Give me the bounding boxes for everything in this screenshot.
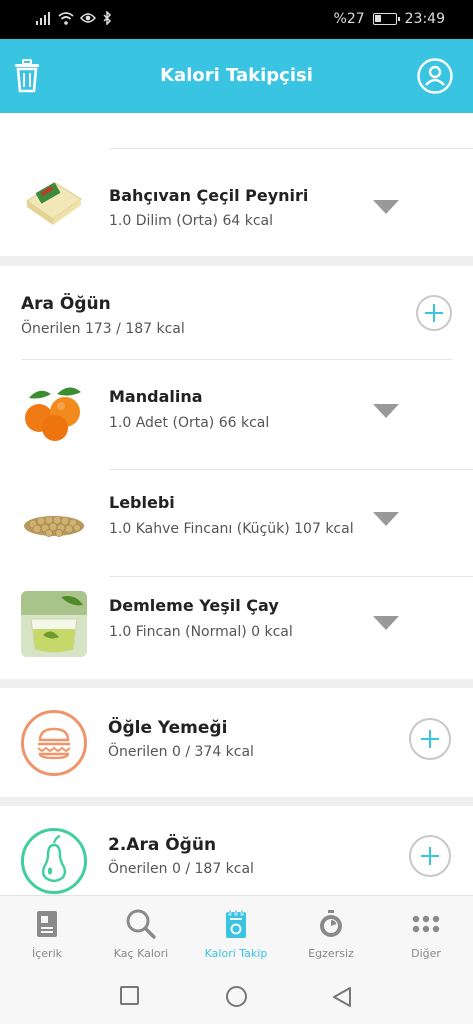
meal-list[interactable]: Bahçıvan Çeçil Peyniri 1.0 Dilim (Orta) … xyxy=(0,113,473,895)
add-food-button[interactable] xyxy=(416,295,452,331)
green-tea-image xyxy=(21,591,87,657)
add-food-button[interactable] xyxy=(409,718,451,760)
status-icons-left xyxy=(36,11,112,25)
nav-item-calorie-search[interactable]: Kaç Kalori xyxy=(94,896,188,968)
battery-icon xyxy=(372,13,400,25)
status-bar: %27 23:49 xyxy=(0,0,473,39)
food-name: Demleme Yeşil Çay xyxy=(109,596,279,615)
food-name: Leblebi xyxy=(109,493,175,512)
breakfast-card: Bahçıvan Çeçil Peyniri 1.0 Dilim (Orta) … xyxy=(0,113,473,256)
food-name: Bahçıvan Çeçil Peyniri xyxy=(109,186,309,205)
nav-item-exercise[interactable]: Egzersiz xyxy=(284,896,378,968)
lunch-card[interactable]: Öğle Yemeği Önerilen 0 / 374 kcal xyxy=(0,688,473,797)
snack2-card[interactable]: 2.Ara Öğün Önerilen 0 / 187 kcal xyxy=(0,806,473,895)
nav-label: Kaç Kalori xyxy=(113,947,169,960)
bluetooth-icon xyxy=(103,11,112,25)
meal-title: Öğle Yemeği xyxy=(108,718,228,738)
search-icon xyxy=(126,909,156,939)
profile-icon[interactable] xyxy=(417,58,453,94)
home-button[interactable] xyxy=(226,986,247,1007)
chickpea-image xyxy=(21,490,87,556)
meal-title: 2.Ara Öğün xyxy=(108,835,217,855)
food-item-row[interactable]: Demleme Yeşil Çay 1.0 Fincan (Normal) 0 … xyxy=(0,577,473,679)
meal-title: Ara Öğün xyxy=(21,294,111,314)
battery-percent: %27 xyxy=(333,11,365,27)
food-detail: 1.0 Dilim (Orta) 64 kcal xyxy=(109,213,274,229)
food-detail: 1.0 Kahve Fincanı (Küçük) 107 kcal xyxy=(109,521,354,537)
app-header: Kalori Takipçisi xyxy=(0,39,473,113)
meal-subtitle: Önerilen 0 / 374 kcal xyxy=(108,744,254,760)
meal-subtitle: Önerilen 0 / 187 kcal xyxy=(108,861,254,877)
nav-label: Kalori Takip xyxy=(204,947,268,960)
status-icons-right: %27 23:49 xyxy=(334,11,445,27)
bottom-nav: İçerik Kaç Kalori Kalori Takip Egzersiz xyxy=(0,895,473,967)
food-item-row[interactable]: Leblebi 1.0 Kahve Fincanı (Küçük) 107 kc… xyxy=(0,470,473,575)
more-dots-icon xyxy=(412,915,440,933)
snack-card: Ara Öğün Önerilen 173 / 187 kcal Mandali… xyxy=(0,266,473,679)
pear-icon xyxy=(21,828,87,894)
food-detail: 1.0 Fincan (Normal) 0 kcal xyxy=(109,624,293,640)
add-food-button[interactable] xyxy=(409,835,451,877)
nav-label: Diğer xyxy=(411,947,441,960)
cheese-image xyxy=(21,169,87,235)
nav-label: İçerik xyxy=(31,947,62,960)
food-item-row[interactable]: Bahçıvan Çeçil Peyniri 1.0 Dilim (Orta) … xyxy=(0,149,473,256)
food-name: Mandalina xyxy=(109,387,203,406)
chevron-down-icon[interactable] xyxy=(373,404,399,418)
tangerine-image xyxy=(21,380,87,446)
nav-item-content[interactable]: İçerik xyxy=(0,896,94,968)
clock: 23:49 xyxy=(404,11,445,27)
chevron-down-icon[interactable] xyxy=(373,616,399,630)
page-title: Kalori Takipçisi xyxy=(160,65,313,86)
chevron-down-icon[interactable] xyxy=(373,200,399,214)
back-button[interactable] xyxy=(330,985,354,1009)
meal-subtitle: Önerilen 173 / 187 kcal xyxy=(21,321,185,337)
recent-apps-button[interactable] xyxy=(120,986,139,1005)
food-detail: 1.0 Adet (Orta) 66 kcal xyxy=(109,415,270,431)
book-icon xyxy=(37,911,57,937)
wifi-icon xyxy=(58,11,74,25)
nav-label: Egzersiz xyxy=(308,947,354,960)
stopwatch-icon xyxy=(320,910,342,937)
food-item-row[interactable]: Mandalina 1.0 Adet (Orta) 66 kcal xyxy=(0,360,473,468)
signal-icon xyxy=(36,11,50,25)
notepad-icon xyxy=(226,909,246,938)
nav-item-other[interactable]: Diğer xyxy=(379,896,473,968)
system-nav-bar xyxy=(0,967,473,1024)
nav-item-calorie-tracker[interactable]: Kalori Takip xyxy=(189,896,283,968)
chevron-down-icon[interactable] xyxy=(373,512,399,526)
burger-icon xyxy=(21,710,87,776)
eye-icon xyxy=(80,13,96,23)
